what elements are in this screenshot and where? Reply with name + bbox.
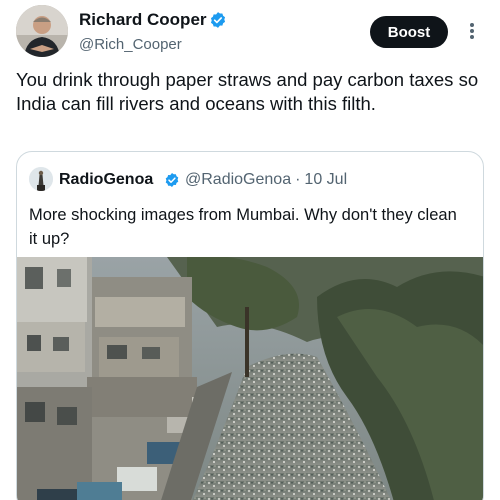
author-avatar[interactable] (16, 5, 68, 57)
author-handle[interactable]: @Rich_Cooper (79, 36, 182, 54)
more-dot (470, 23, 474, 27)
polluted-canal-image-icon (17, 255, 483, 500)
more-dot (470, 35, 474, 39)
user-avatar-icon (16, 5, 68, 57)
quote-media[interactable] (17, 255, 483, 500)
quote-verified-badge-icon (165, 173, 179, 187)
quote-meta: @RadioGenoa · 10 Jul (185, 170, 347, 189)
author-name[interactable]: Richard Cooper (79, 10, 207, 30)
verified-badge-icon (210, 12, 226, 28)
quoted-post[interactable]: RadioGenoa @RadioGenoa · 10 Jul More shock… (16, 151, 484, 500)
post: Richard Cooper @Rich_Cooper Boost You dr… (0, 0, 500, 500)
radiogenoa-avatar-icon (29, 167, 53, 191)
quote-separator: · (295, 171, 301, 188)
more-dot (470, 29, 474, 33)
quote-date[interactable]: 10 Jul (304, 171, 347, 188)
post-text: You drink through paper straws and pay c… (16, 69, 479, 114)
more-options-icon[interactable] (464, 20, 480, 44)
quote-author-handle[interactable]: @RadioGenoa (185, 171, 291, 188)
boost-button[interactable]: Boost (370, 16, 448, 48)
quote-author-avatar[interactable] (29, 167, 53, 191)
quote-text: More shocking images from Mumbai. Why do… (29, 206, 457, 248)
quote-author-name[interactable]: RadioGenoa (59, 170, 153, 189)
